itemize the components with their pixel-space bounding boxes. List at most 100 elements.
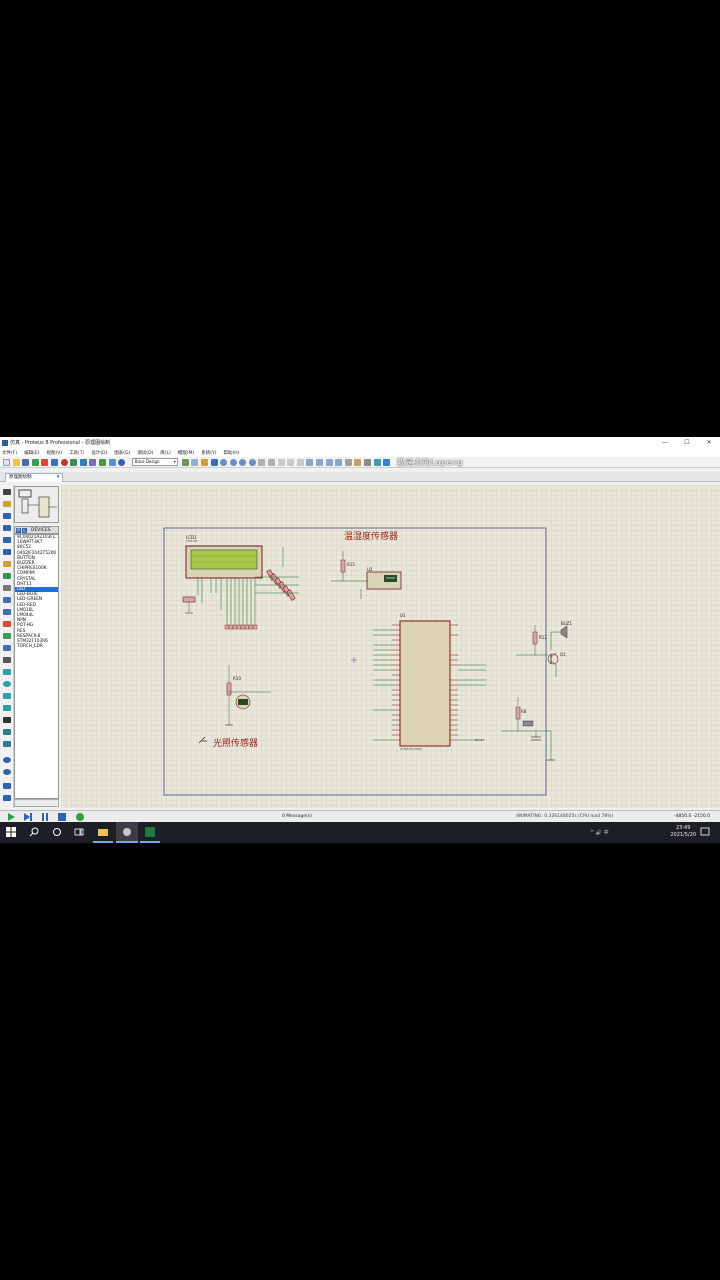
stop-icon[interactable]	[58, 813, 66, 821]
menu-edit[interactable]: 编辑(E)	[24, 450, 39, 456]
source-code-icon[interactable]	[108, 458, 116, 466]
windows-start-icon[interactable]	[6, 827, 16, 837]
decompose-icon[interactable]	[364, 458, 371, 466]
library-manager-button[interactable]: L	[22, 527, 27, 533]
design-combo[interactable]: Base Design ▾	[131, 458, 178, 466]
junction-mode-icon[interactable]	[3, 513, 11, 519]
zoom-out-icon[interactable]	[229, 458, 237, 466]
3d-view-icon[interactable]	[79, 458, 87, 466]
paste-icon[interactable]	[296, 458, 304, 466]
taskbar-proteus[interactable]	[116, 822, 138, 843]
device-list-scrollbar[interactable]	[14, 799, 59, 807]
pan-icon[interactable]	[210, 458, 218, 466]
bus-mode-icon[interactable]	[3, 549, 11, 555]
subcircuit-mode-icon[interactable]	[3, 561, 11, 567]
notification-icon[interactable]	[700, 827, 710, 837]
search-icon[interactable]	[29, 827, 39, 837]
play-icon[interactable]	[7, 813, 15, 821]
line-mode-icon[interactable]	[3, 657, 11, 663]
tape-recorder-icon[interactable]	[3, 609, 11, 615]
tab-close-icon[interactable]: ✕	[56, 474, 60, 482]
close-button[interactable]: ✕	[698, 439, 720, 446]
maximize-button[interactable]: ☐	[676, 439, 698, 446]
origin-icon[interactable]	[200, 458, 208, 466]
device-item[interactable]: TORCH_LDR	[15, 644, 58, 649]
probe-mode-icon[interactable]	[3, 633, 11, 639]
taskbar-clock[interactable]: 23:49 2021/5/20	[670, 825, 696, 839]
wire-label-mode-icon[interactable]	[3, 525, 11, 531]
graph-mode-icon[interactable]	[3, 597, 11, 603]
tab-schematic[interactable]: 原理图绘制 ✕	[5, 473, 63, 482]
step-icon[interactable]	[24, 813, 32, 821]
menu-library[interactable]: 库(L)	[160, 450, 171, 456]
block-delete-icon[interactable]	[335, 458, 343, 466]
rotate-cw-icon[interactable]	[3, 757, 11, 763]
zoom-in-icon[interactable]	[220, 458, 228, 466]
minimize-button[interactable]: —	[654, 439, 676, 446]
taskbar-explorer[interactable]	[93, 822, 113, 843]
pause-icon[interactable]	[41, 813, 49, 821]
info-icon[interactable]	[76, 813, 84, 821]
schematic-canvas[interactable]: 温湿度传感器 光照传感器 LCD1 LM016L U1 STM32F103R6 …	[61, 485, 720, 808]
block-move-icon[interactable]	[316, 458, 324, 466]
marker-mode-icon[interactable]	[3, 741, 11, 747]
taskbar-excel[interactable]	[140, 822, 160, 843]
menu-help[interactable]: 帮助(H)	[224, 450, 240, 456]
wire-autoroute-icon[interactable]	[373, 458, 381, 466]
cut-icon[interactable]	[277, 458, 285, 466]
menu-template[interactable]: 模版(M)	[178, 450, 194, 456]
terminals-mode-icon[interactable]	[3, 573, 11, 579]
generator-mode-icon[interactable]	[3, 621, 11, 627]
zoom-all-icon[interactable]	[239, 458, 247, 466]
circle-mode-icon[interactable]	[3, 681, 11, 687]
symbol-mode-icon[interactable]	[3, 729, 11, 735]
copy-icon[interactable]	[287, 458, 295, 466]
menu-file[interactable]: 文件(F)	[2, 450, 17, 456]
save-icon[interactable]	[22, 458, 30, 466]
component-mode-icon[interactable]	[3, 501, 11, 507]
menu-system[interactable]: 系统(Y)	[201, 450, 216, 456]
redo-icon[interactable]	[268, 458, 276, 466]
path-mode-icon[interactable]	[3, 705, 11, 711]
virtual-instrument-icon[interactable]	[3, 645, 11, 651]
grid-icon[interactable]	[191, 458, 199, 466]
menu-design[interactable]: 设计(D)	[91, 450, 107, 456]
import-icon[interactable]	[31, 458, 39, 466]
search-icon[interactable]	[383, 458, 391, 466]
schematic-icon[interactable]	[60, 458, 68, 466]
menu-view[interactable]: 视图(V)	[46, 450, 62, 456]
pick-device-icon[interactable]	[344, 458, 352, 466]
new-file-icon[interactable]	[3, 458, 10, 466]
zoom-area-icon[interactable]	[248, 458, 256, 466]
open-folder-icon[interactable]	[12, 458, 20, 466]
refresh-icon[interactable]	[181, 458, 189, 466]
make-device-icon[interactable]	[354, 458, 362, 466]
mirror-y-icon[interactable]	[3, 795, 11, 801]
gerber-icon[interactable]	[89, 458, 97, 466]
undo-icon[interactable]	[258, 458, 266, 466]
pcb-icon[interactable]	[70, 458, 78, 466]
system-tray[interactable]: ^ 🔊 中	[590, 829, 609, 836]
rotate-ccw-icon[interactable]	[3, 769, 11, 775]
text-mode-icon[interactable]	[3, 717, 11, 723]
task-view-icon[interactable]	[74, 827, 84, 837]
box-mode-icon[interactable]	[3, 669, 11, 675]
menu-tools[interactable]: 工具(T)	[69, 450, 84, 456]
menu-debug[interactable]: 调试(D)	[137, 450, 153, 456]
arc-mode-icon[interactable]	[3, 693, 11, 699]
message-count[interactable]: 0 Message(s)	[282, 814, 312, 819]
help-icon[interactable]	[118, 458, 126, 466]
pick-devices-button[interactable]: P	[16, 527, 21, 533]
menu-graph[interactable]: 图表(G)	[114, 450, 130, 456]
block-copy-icon[interactable]	[306, 458, 314, 466]
device-pins-mode-icon[interactable]	[3, 585, 11, 591]
cortana-icon[interactable]	[52, 827, 62, 837]
close-project-icon[interactable]	[41, 458, 49, 466]
block-rotate-icon[interactable]	[325, 458, 333, 466]
bom-icon[interactable]	[98, 458, 106, 466]
overview-window[interactable]	[14, 486, 59, 523]
text-script-mode-icon[interactable]	[3, 537, 11, 543]
home-icon[interactable]	[50, 458, 58, 466]
selection-mode-icon[interactable]	[3, 489, 11, 495]
mirror-x-icon[interactable]	[3, 783, 11, 789]
